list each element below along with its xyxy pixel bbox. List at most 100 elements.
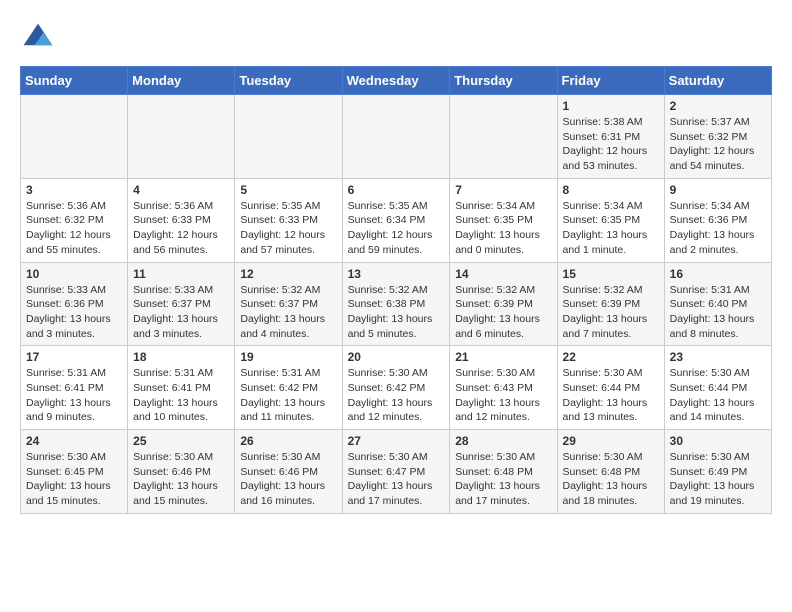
calendar-week: 3 Sunrise: 5:36 AM Sunset: 6:32 PM Daylig… [21, 178, 772, 262]
logo-icon [20, 20, 56, 56]
dow-header: Thursday [450, 67, 557, 95]
day-number: 26 [240, 434, 336, 448]
day-info: Sunrise: 5:32 AM Sunset: 6:38 PM Dayligh… [348, 283, 445, 342]
calendar-day: 11 Sunrise: 5:33 AM Sunset: 6:37 PM Dayli… [128, 262, 235, 346]
calendar-week: 1 Sunrise: 5:38 AM Sunset: 6:31 PM Daylig… [21, 95, 772, 179]
day-info: Sunrise: 5:32 AM Sunset: 6:37 PM Dayligh… [240, 283, 336, 342]
dow-header: Sunday [21, 67, 128, 95]
day-info: Sunrise: 5:38 AM Sunset: 6:31 PM Dayligh… [563, 115, 659, 174]
day-number: 17 [26, 350, 122, 364]
calendar-day: 8 Sunrise: 5:34 AM Sunset: 6:35 PM Daylig… [557, 178, 664, 262]
day-info: Sunrise: 5:31 AM Sunset: 6:41 PM Dayligh… [133, 366, 229, 425]
calendar-day: 2Sunrise: 5:37 AM Sunset: 6:32 PM Daylig… [664, 95, 771, 179]
day-number: 8 [563, 183, 659, 197]
dow-header: Monday [128, 67, 235, 95]
calendar-day: 28Sunrise: 5:30 AM Sunset: 6:48 PM Dayli… [450, 430, 557, 514]
calendar-day [128, 95, 235, 179]
calendar-day: 12 Sunrise: 5:32 AM Sunset: 6:37 PM Dayli… [235, 262, 342, 346]
calendar-day: 14 Sunrise: 5:32 AM Sunset: 6:39 PM Dayli… [450, 262, 557, 346]
calendar-week: 24 Sunrise: 5:30 AM Sunset: 6:45 PM Dayli… [21, 430, 772, 514]
calendar-day: 19 Sunrise: 5:31 AM Sunset: 6:42 PM Dayli… [235, 346, 342, 430]
calendar-day: 9 Sunrise: 5:34 AM Sunset: 6:36 PM Daylig… [664, 178, 771, 262]
calendar-week: 10 Sunrise: 5:33 AM Sunset: 6:36 PM Dayli… [21, 262, 772, 346]
day-info: Sunrise: 5:30 AM Sunset: 6:42 PM Dayligh… [348, 366, 445, 425]
day-number: 1 [563, 99, 659, 113]
day-info: Sunrise: 5:36 AM Sunset: 6:32 PM Dayligh… [26, 199, 122, 258]
day-info: Sunrise: 5:30 AM Sunset: 6:47 PM Dayligh… [348, 450, 445, 509]
day-info: Sunrise: 5:30 AM Sunset: 6:49 PM Dayligh… [670, 450, 766, 509]
calendar-day: 23 Sunrise: 5:30 AM Sunset: 6:44 PM Dayli… [664, 346, 771, 430]
day-info: Sunrise: 5:31 AM Sunset: 6:40 PM Dayligh… [670, 283, 766, 342]
day-number: 24 [26, 434, 122, 448]
calendar-day: 17 Sunrise: 5:31 AM Sunset: 6:41 PM Dayli… [21, 346, 128, 430]
calendar-day: 6 Sunrise: 5:35 AM Sunset: 6:34 PM Daylig… [342, 178, 450, 262]
calendar-day: 24 Sunrise: 5:30 AM Sunset: 6:45 PM Dayli… [21, 430, 128, 514]
calendar-day: 29 Sunrise: 5:30 AM Sunset: 6:48 PM Dayli… [557, 430, 664, 514]
day-number: 3 [26, 183, 122, 197]
logo [20, 20, 60, 56]
day-number: 23 [670, 350, 766, 364]
day-info: Sunrise: 5:31 AM Sunset: 6:41 PM Dayligh… [26, 366, 122, 425]
calendar-day: 1 Sunrise: 5:38 AM Sunset: 6:31 PM Daylig… [557, 95, 664, 179]
calendar-day [235, 95, 342, 179]
day-info: Sunrise: 5:34 AM Sunset: 6:36 PM Dayligh… [670, 199, 766, 258]
day-info: Sunrise: 5:33 AM Sunset: 6:37 PM Dayligh… [133, 283, 229, 342]
calendar-week: 17 Sunrise: 5:31 AM Sunset: 6:41 PM Dayli… [21, 346, 772, 430]
day-number: 10 [26, 267, 122, 281]
day-number: 12 [240, 267, 336, 281]
day-info: Sunrise: 5:32 AM Sunset: 6:39 PM Dayligh… [563, 283, 659, 342]
day-number: 21 [455, 350, 551, 364]
day-info: Sunrise: 5:33 AM Sunset: 6:36 PM Dayligh… [26, 283, 122, 342]
dow-header: Friday [557, 67, 664, 95]
day-info: Sunrise: 5:30 AM Sunset: 6:48 PM Dayligh… [563, 450, 659, 509]
calendar-day: 30 Sunrise: 5:30 AM Sunset: 6:49 PM Dayli… [664, 430, 771, 514]
day-info: Sunrise: 5:30 AM Sunset: 6:46 PM Dayligh… [240, 450, 336, 509]
day-number: 7 [455, 183, 551, 197]
day-info: Sunrise: 5:37 AM Sunset: 6:32 PM Dayligh… [670, 115, 766, 174]
day-number: 5 [240, 183, 336, 197]
calendar-day [21, 95, 128, 179]
day-info: Sunrise: 5:32 AM Sunset: 6:39 PM Dayligh… [455, 283, 551, 342]
dow-header: Tuesday [235, 67, 342, 95]
day-number: 15 [563, 267, 659, 281]
calendar-day: 16 Sunrise: 5:31 AM Sunset: 6:40 PM Dayli… [664, 262, 771, 346]
calendar-day: 3 Sunrise: 5:36 AM Sunset: 6:32 PM Daylig… [21, 178, 128, 262]
day-info: Sunrise: 5:35 AM Sunset: 6:33 PM Dayligh… [240, 199, 336, 258]
calendar-table: SundayMondayTuesdayWednesdayThursdayFrid… [20, 66, 772, 514]
day-number: 30 [670, 434, 766, 448]
calendar-day: 18 Sunrise: 5:31 AM Sunset: 6:41 PM Dayli… [128, 346, 235, 430]
day-info: Sunrise: 5:30 AM Sunset: 6:44 PM Dayligh… [670, 366, 766, 425]
day-number: 29 [563, 434, 659, 448]
day-info: Sunrise: 5:34 AM Sunset: 6:35 PM Dayligh… [455, 199, 551, 258]
day-number: 28 [455, 434, 551, 448]
day-number: 22 [563, 350, 659, 364]
day-number: 25 [133, 434, 229, 448]
calendar-day: 13Sunrise: 5:32 AM Sunset: 6:38 PM Dayli… [342, 262, 450, 346]
calendar-day: 20 Sunrise: 5:30 AM Sunset: 6:42 PM Dayli… [342, 346, 450, 430]
day-number: 9 [670, 183, 766, 197]
calendar-day: 5 Sunrise: 5:35 AM Sunset: 6:33 PM Daylig… [235, 178, 342, 262]
calendar-day: 26 Sunrise: 5:30 AM Sunset: 6:46 PM Dayli… [235, 430, 342, 514]
day-info: Sunrise: 5:31 AM Sunset: 6:42 PM Dayligh… [240, 366, 336, 425]
calendar-day: 27Sunrise: 5:30 AM Sunset: 6:47 PM Dayli… [342, 430, 450, 514]
day-info: Sunrise: 5:30 AM Sunset: 6:46 PM Dayligh… [133, 450, 229, 509]
day-info: Sunrise: 5:34 AM Sunset: 6:35 PM Dayligh… [563, 199, 659, 258]
calendar-day: 7 Sunrise: 5:34 AM Sunset: 6:35 PM Daylig… [450, 178, 557, 262]
day-number: 14 [455, 267, 551, 281]
day-number: 4 [133, 183, 229, 197]
day-number: 16 [670, 267, 766, 281]
day-info: Sunrise: 5:35 AM Sunset: 6:34 PM Dayligh… [348, 199, 445, 258]
day-number: 18 [133, 350, 229, 364]
calendar-day: 25 Sunrise: 5:30 AM Sunset: 6:46 PM Dayli… [128, 430, 235, 514]
day-number: 20 [348, 350, 445, 364]
day-info: Sunrise: 5:30 AM Sunset: 6:45 PM Dayligh… [26, 450, 122, 509]
day-number: 19 [240, 350, 336, 364]
day-number: 11 [133, 267, 229, 281]
day-number: 6 [348, 183, 445, 197]
calendar-day: 15 Sunrise: 5:32 AM Sunset: 6:39 PM Dayli… [557, 262, 664, 346]
calendar-day [450, 95, 557, 179]
dow-header: Wednesday [342, 67, 450, 95]
calendar-day [342, 95, 450, 179]
calendar-day: 21Sunrise: 5:30 AM Sunset: 6:43 PM Dayli… [450, 346, 557, 430]
calendar-body: 1 Sunrise: 5:38 AM Sunset: 6:31 PM Daylig… [21, 95, 772, 514]
